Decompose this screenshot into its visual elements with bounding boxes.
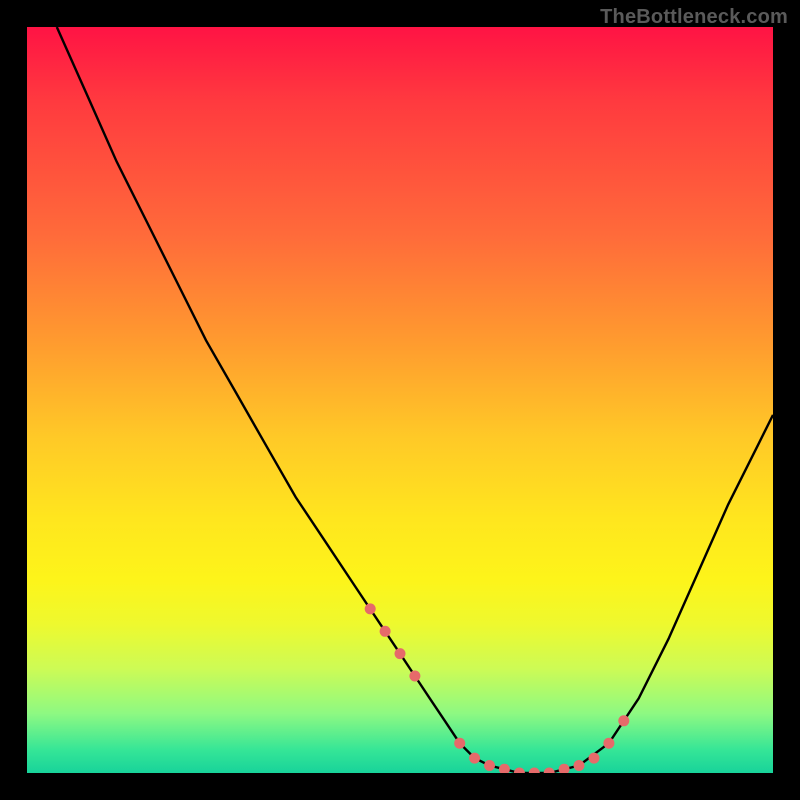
curve-marker xyxy=(454,738,465,749)
plot-area xyxy=(27,27,773,773)
curve-marker xyxy=(589,753,600,764)
curve-marker xyxy=(469,753,480,764)
curve-markers xyxy=(365,603,630,773)
curve-marker xyxy=(603,738,614,749)
curve-marker xyxy=(499,764,510,773)
curve-marker xyxy=(618,715,629,726)
curve-marker xyxy=(544,768,555,774)
curve-marker xyxy=(380,626,391,637)
curve-marker xyxy=(574,760,585,771)
curve-marker xyxy=(514,768,525,774)
curve-marker xyxy=(395,648,406,659)
bottleneck-curve xyxy=(27,27,773,773)
curve-marker xyxy=(559,764,570,773)
watermark-text: TheBottleneck.com xyxy=(600,6,788,29)
curve-marker xyxy=(484,760,495,771)
curve-marker xyxy=(409,671,420,682)
curve-marker xyxy=(529,768,540,774)
curve-marker xyxy=(365,603,376,614)
chart-frame: TheBottleneck.com xyxy=(0,0,800,800)
curve-line xyxy=(57,27,773,773)
